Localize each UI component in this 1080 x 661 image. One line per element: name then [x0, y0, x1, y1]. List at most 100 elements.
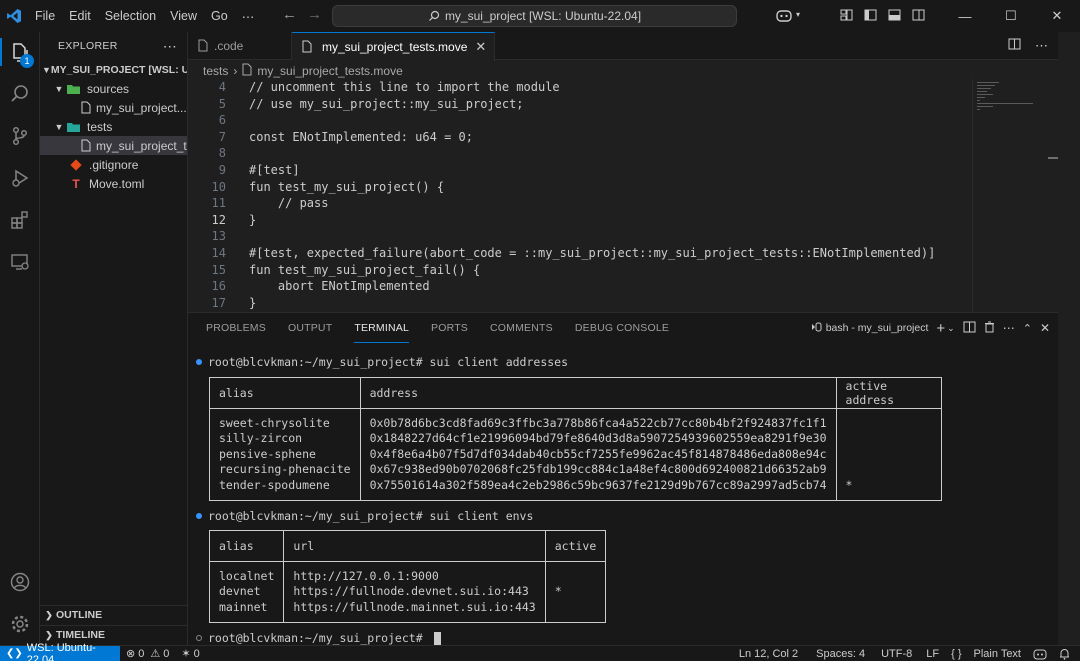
minimap[interactable] [972, 79, 1058, 312]
command-success-dot-icon [196, 513, 202, 519]
sidebar-title: EXPLORER [58, 40, 118, 52]
problems-status[interactable]: ⊗ 0 ⚠ 0 [120, 647, 175, 661]
tree-folder-tests[interactable]: ▼ tests [40, 117, 187, 136]
toggle-panel-icon[interactable] [882, 9, 906, 24]
vscode-logo-icon [0, 0, 28, 32]
tab-output[interactable]: OUTPUT [288, 313, 332, 343]
customize-layout-icon[interactable] [834, 9, 858, 24]
toggle-secondary-sidebar-icon[interactable] [906, 9, 930, 24]
language-mode[interactable]: Plain Text [968, 648, 1028, 660]
menu-go[interactable]: Go [204, 9, 235, 23]
remote-indicator[interactable]: ❮❯ WSL: Ubuntu-22.04 [0, 642, 120, 661]
terminal-prompt-active: root@blcvkman:~/my_sui_project# [196, 630, 441, 646]
remote-explorer-activity[interactable] [0, 244, 40, 280]
tree-file-move-toml[interactable]: T Move.toml [40, 174, 187, 193]
line-number: 6 [218, 113, 226, 128]
code-line: 14 #[test, expected_failure(abort_code = … [188, 245, 936, 262]
terminal[interactable]: root@blcvkman:~/my_sui_project# sui clie… [188, 343, 1058, 646]
forward-arrow-icon[interactable]: → [307, 6, 322, 23]
ports-status[interactable]: ✶ 0 [175, 647, 205, 661]
close-tab-icon[interactable]: ✕ [475, 39, 486, 55]
command-success-dot-icon [196, 359, 202, 365]
workspace-root[interactable]: ▼ MY_SUI_PROJECT [WSL: U... [40, 60, 187, 79]
cursor-position[interactable]: Ln 12, Col 2 [733, 648, 804, 660]
tab-code[interactable]: .code [188, 32, 292, 60]
addresses-table: alias address active address sweet-chrys… [209, 377, 942, 502]
tab-problems[interactable]: PROBLEMS [206, 313, 266, 343]
file-icon [81, 101, 91, 115]
code-line: 13 [188, 228, 226, 245]
table-cell: 0x0b78d6bc3cd8fad69c3ffbc3a778b86fca4a52… [359, 407, 837, 502]
code-editor[interactable]: 4 // uncomment this line to import the mo… [188, 79, 1058, 312]
code-line: 10 fun test_my_sui_project() { [188, 179, 445, 196]
new-terminal-icon[interactable]: + [936, 320, 945, 337]
menu-view[interactable]: View [163, 9, 204, 23]
tree-file-source[interactable]: my_sui_project.... [40, 98, 187, 117]
end-of-line[interactable]: LF [920, 648, 945, 660]
language-brackets-icon[interactable]: { } [945, 648, 967, 660]
split-editor-icon[interactable] [1008, 38, 1021, 54]
scrollbar-thumb[interactable] [1048, 157, 1058, 159]
run-debug-activity[interactable] [0, 160, 40, 196]
terminal-icon [810, 321, 822, 336]
tree-file-gitignore[interactable]: .gitignore [40, 155, 187, 174]
editor-tabs: .code my_sui_project_tests.move ✕ ⋯ [188, 32, 1058, 61]
search-activity[interactable] [0, 76, 40, 112]
folder-open-icon [66, 82, 82, 96]
encoding[interactable]: UTF-8 [875, 648, 918, 660]
code-line: 15 fun test_my_sui_project_fail() { [188, 262, 481, 279]
close-panel-icon[interactable]: ✕ [1040, 321, 1050, 335]
menu-more[interactable]: ⋯ [235, 9, 262, 24]
tab-terminal[interactable]: TERMINAL [354, 313, 410, 343]
notifications-bell-icon[interactable] [1053, 648, 1076, 660]
indentation[interactable]: Spaces: 4 [810, 648, 871, 660]
copilot-icon[interactable] [775, 8, 793, 27]
terminal-instance-label[interactable]: bash - my_sui_project [826, 322, 929, 334]
account-icon [10, 572, 30, 592]
source-control-icon [12, 126, 28, 146]
code-text: } [249, 295, 257, 310]
more-actions-icon[interactable]: ⋯ [1035, 38, 1048, 54]
minimize-icon[interactable]: — [942, 9, 988, 24]
line-number: 13 [211, 229, 226, 244]
warning-count: 0 [163, 647, 170, 660]
explorer-activity[interactable]: 1 [0, 34, 40, 70]
tab-comments[interactable]: COMMENTS [490, 313, 553, 343]
command-center[interactable]: my_sui_project [WSL: Ubuntu-22.04] [332, 5, 737, 27]
close-window-icon[interactable]: ✕ [1034, 8, 1080, 24]
menu-file[interactable]: File [28, 9, 62, 23]
tree-folder-sources[interactable]: ▼ sources [40, 79, 187, 98]
copilot-chevron-icon[interactable]: ▾ [796, 10, 800, 19]
maximize-panel-icon[interactable]: ⌃ [1023, 322, 1032, 335]
table-header: url [283, 530, 546, 562]
breadcrumb-folder[interactable]: tests [203, 64, 228, 78]
accounts-activity[interactable] [0, 564, 40, 600]
tab-debug-console[interactable]: DEBUG CONSOLE [575, 313, 669, 343]
toggle-primary-sidebar-icon[interactable] [858, 9, 882, 24]
breadcrumb: tests › my_sui_project_tests.move [188, 61, 1058, 81]
source-control-activity[interactable] [0, 118, 40, 154]
sidebar-more-button[interactable]: ⋯ [163, 38, 177, 55]
line-number: 7 [218, 129, 226, 144]
remote-label: WSL: Ubuntu-22.04 [26, 641, 96, 661]
more-actions-icon[interactable]: ⋯ [1003, 321, 1015, 335]
activity-bar: 1 [0, 32, 40, 645]
kill-terminal-icon[interactable] [984, 321, 995, 336]
menu-edit[interactable]: Edit [62, 9, 98, 23]
tab-tests-file[interactable]: my_sui_project_tests.move ✕ [292, 32, 496, 61]
manage-activity[interactable] [0, 606, 40, 642]
command-pending-dot-icon [196, 635, 202, 641]
menu-selection[interactable]: Selection [98, 9, 163, 23]
folder-open-icon [66, 120, 82, 134]
outline-section[interactable]: ❯ OUTLINE [40, 605, 188, 624]
maximize-icon[interactable]: ☐ [988, 8, 1034, 24]
extensions-activity[interactable] [0, 202, 40, 238]
terminal-dropdown-icon[interactable]: ⌄ [947, 323, 955, 334]
warning-icon: ⚠ [150, 648, 161, 660]
split-terminal-icon[interactable] [963, 321, 976, 336]
tab-ports[interactable]: PORTS [431, 313, 468, 343]
breadcrumb-file[interactable]: my_sui_project_tests.move [257, 64, 402, 78]
copilot-status-icon[interactable] [1027, 649, 1053, 660]
back-arrow-icon[interactable]: ← [282, 6, 297, 23]
tree-file-tests-selected[interactable]: my_sui_project_t... [40, 136, 187, 155]
